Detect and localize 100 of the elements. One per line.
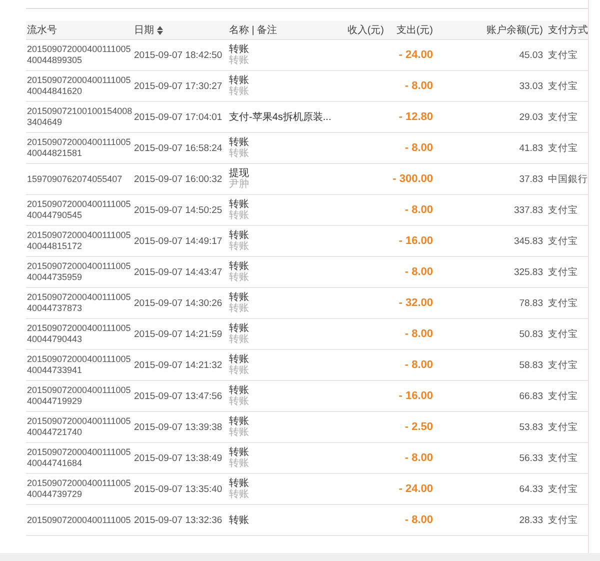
expense-amount: - 24.00 [398, 49, 433, 61]
balance-amount: 29.03 [519, 112, 543, 122]
transaction-name: 转账 [229, 323, 249, 334]
date-text: 2015-09-07 16:00:32 [134, 174, 222, 184]
payment-method: 支付宝 [548, 110, 578, 124]
date-text: 2015-09-07 13:32:36 [134, 514, 222, 526]
serial-number: 20150907200040011100540044790443 [27, 323, 132, 345]
transaction-name: 支付-苹果4s拆机原装... [229, 112, 332, 122]
payment-method: 支付宝 [548, 142, 578, 154]
transaction-name: 转账 [229, 514, 249, 526]
column-header: 支付方式 [548, 24, 588, 37]
payment-method: 支付宝 [548, 390, 578, 402]
serial-number: 20150907200040011100540044735959 [27, 261, 132, 283]
transaction-note: 转账 [229, 303, 249, 314]
serial-number: 20150907200040011100540044737873 [27, 292, 132, 314]
balance-amount: 37.83 [519, 174, 543, 184]
date-text: 2015-09-07 14:21:32 [134, 360, 222, 370]
payment-method: 支付宝 [548, 204, 578, 216]
transaction-name: 转账 [229, 416, 249, 427]
balance-amount: 337.83 [514, 204, 543, 216]
column-header: 日期 [134, 24, 154, 37]
payment-method: 支付宝 [548, 296, 578, 310]
date-text: 2015-09-07 13:39:38 [134, 422, 222, 432]
balance-amount: 64.33 [519, 484, 543, 494]
transaction-note: 转账 [229, 210, 249, 221]
expense-amount: - 2.50 [404, 421, 433, 433]
balance-amount: 325.83 [514, 266, 543, 278]
expense-amount: - 24.00 [398, 483, 433, 495]
serial-number: 1597090762074055407 [27, 174, 124, 184]
payment-method: 中国銀行 [548, 172, 588, 186]
transaction-note: 转账 [229, 365, 249, 376]
balance-amount: 41.83 [519, 142, 543, 154]
date-text: 2015-09-07 13:47:56 [134, 390, 222, 402]
column-header: 支出(元) [396, 24, 433, 37]
transaction-note: 转账 [229, 86, 249, 97]
serial-number: 201509072000400111005 [27, 514, 132, 526]
payment-method: 支付宝 [548, 80, 578, 92]
expense-amount: - 8.00 [404, 514, 433, 526]
balance-amount: 50.83 [519, 328, 543, 340]
expense-amount: - 8.00 [404, 266, 433, 278]
transaction-note: 转账 [229, 458, 249, 469]
date-text: 2015-09-07 14:30:26 [134, 298, 222, 308]
column-header: 名称 | 备注 [229, 24, 278, 37]
transaction-name: 转账 [229, 385, 249, 396]
transaction-name: 转账 [229, 292, 249, 303]
column-header: 账户余额(元) [486, 24, 543, 37]
serial-number: 20150907200040011100540044841620 [27, 75, 132, 97]
payment-method: 支付宝 [548, 420, 578, 434]
transaction-name: 转账 [229, 137, 249, 148]
payment-method: 支付宝 [548, 266, 578, 278]
transaction-name: 提现 [229, 168, 249, 179]
date-text: 2015-09-07 14:50:25 [134, 204, 222, 216]
payment-method: 支付宝 [548, 48, 578, 62]
column-header: 收入(元) [347, 24, 384, 37]
transaction-note: 转账 [229, 148, 249, 159]
transaction-note: 转账 [229, 427, 249, 438]
serial-number: 20150907200040011100540044815172 [27, 230, 132, 252]
expense-amount: - 16.00 [398, 235, 433, 247]
expense-amount: - 8.00 [404, 328, 433, 340]
expense-amount: - 8.00 [404, 204, 433, 216]
expense-amount: - 8.00 [404, 359, 433, 371]
expense-amount: - 12.80 [398, 111, 433, 123]
balance-amount: 53.83 [519, 422, 543, 432]
expense-amount: - 300.00 [392, 173, 433, 185]
transaction-note: 转账 [229, 272, 249, 283]
balance-amount: 345.83 [514, 236, 543, 246]
transaction-name: 转账 [229, 44, 249, 55]
balance-amount: 66.83 [519, 390, 543, 402]
date-text: 2015-09-07 13:38:49 [134, 452, 222, 464]
transaction-note: 转账 [229, 334, 249, 345]
date-text: 2015-09-07 17:30:27 [134, 80, 222, 92]
serial-number: 20150907200040011100540044821581 [27, 137, 132, 159]
sort-icon[interactable] [157, 26, 163, 34]
expense-amount: - 8.00 [404, 80, 433, 92]
expense-amount: - 8.00 [404, 452, 433, 464]
payment-method: 支付宝 [548, 358, 578, 372]
date-text: 2015-09-07 18:42:50 [134, 50, 222, 60]
date-text: 2015-09-07 14:21:59 [134, 328, 222, 340]
transaction-note: 转账 [229, 55, 249, 66]
balance-amount: 56.33 [519, 452, 543, 464]
serial-number: 20150907200040011100540044741684 [27, 447, 132, 469]
transaction-note: 转账 [229, 489, 249, 500]
serial-number: 20150907200040011100540044733941 [27, 354, 132, 376]
expense-amount: - 8.00 [404, 142, 433, 154]
transaction-name: 转账 [229, 230, 249, 241]
transaction-note: 转账 [229, 241, 249, 252]
expense-amount: - 32.00 [398, 297, 433, 309]
payment-method: 支付宝 [548, 514, 578, 526]
transaction-name: 转账 [229, 447, 249, 458]
transaction-note: 尹肿 [229, 179, 249, 190]
transaction-name: 转账 [229, 354, 249, 365]
transaction-name: 转账 [229, 261, 249, 272]
payment-method: 支付宝 [548, 452, 578, 464]
serial-number: 20150907200040011100540044739729 [27, 478, 132, 500]
balance-amount: 33.03 [519, 80, 543, 92]
expense-amount: - 16.00 [398, 390, 433, 402]
transaction-name: 转账 [229, 75, 249, 86]
payment-method: 支付宝 [548, 234, 578, 248]
date-text: 2015-09-07 13:35:40 [134, 484, 222, 494]
transaction-name: 转账 [229, 199, 249, 210]
